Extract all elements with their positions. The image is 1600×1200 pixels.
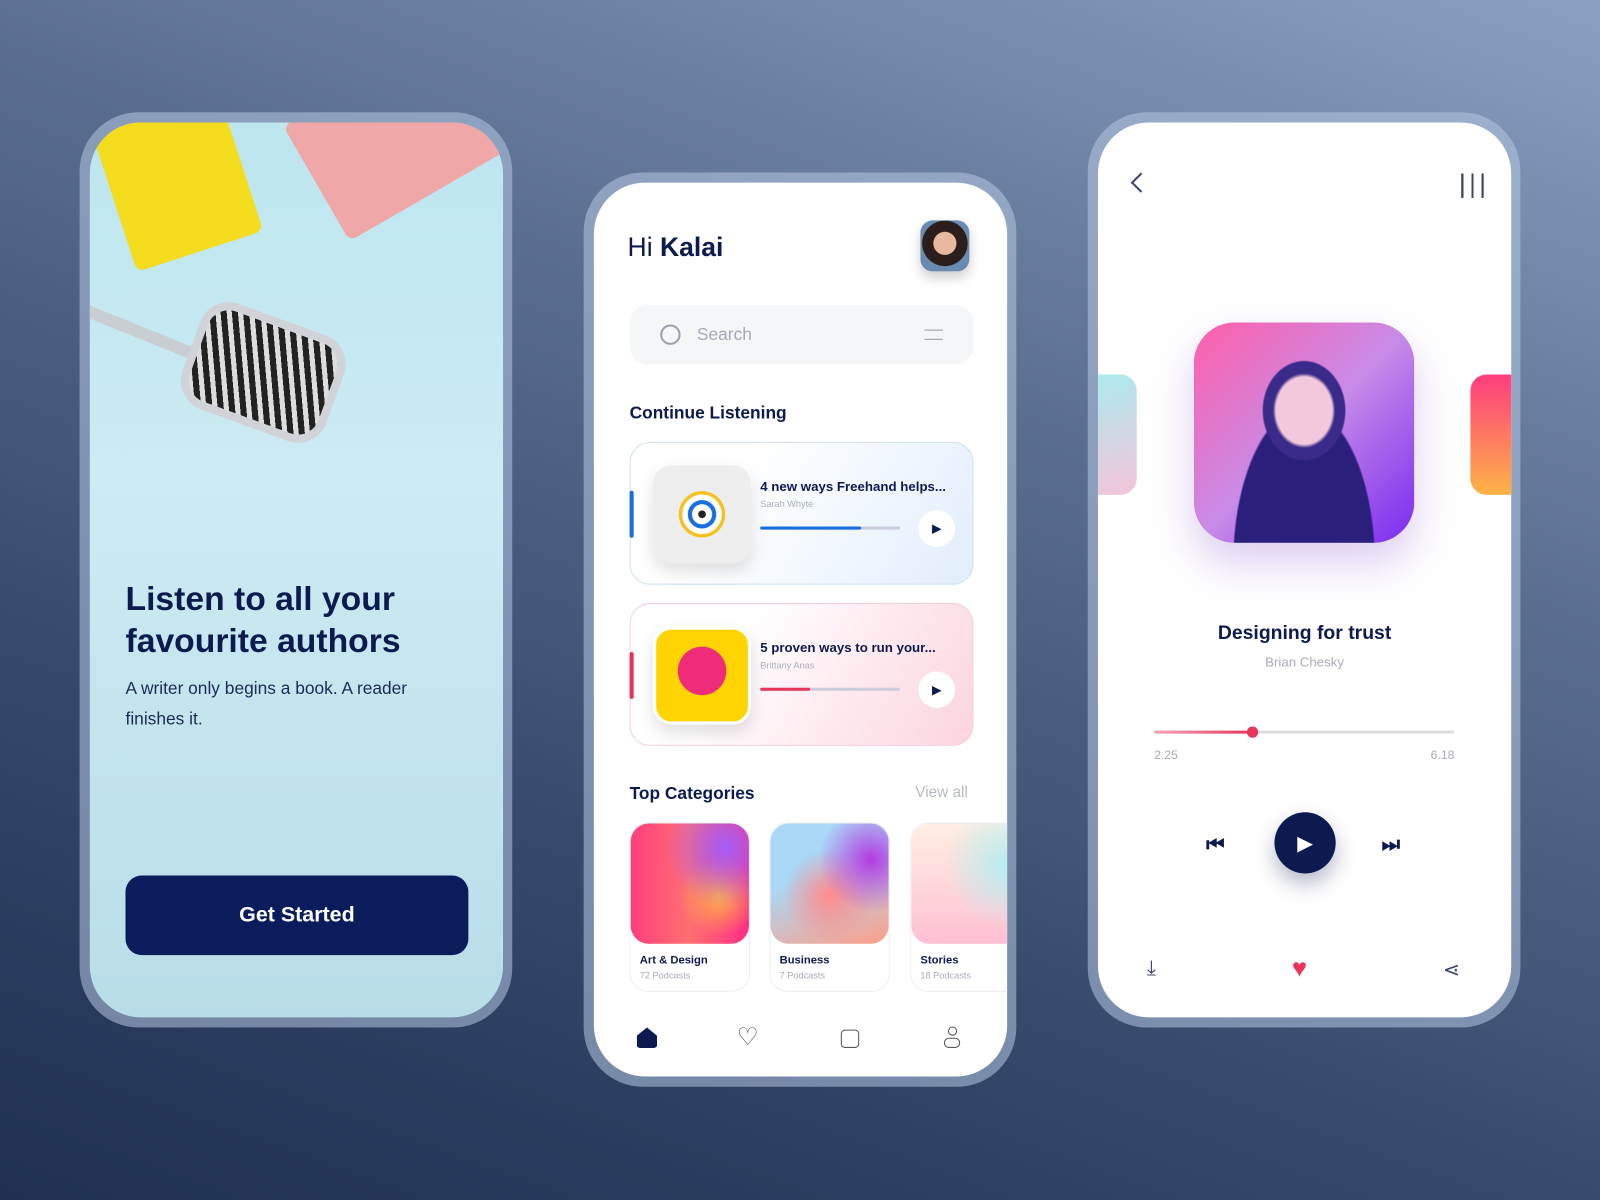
continue-card[interactable]: 5 proven ways to run your... Brittany An… [629,603,974,746]
pink-cassette-image [283,122,504,242]
progress-bar[interactable] [760,526,900,530]
card-author: Brittany Anas [760,660,815,671]
equalizer-icon[interactable] [1461,173,1484,198]
category-business-image [770,823,889,944]
total-time: 6.18 [1430,747,1455,763]
home-screen: Hi Kalai Search Continue Listening 4 new… [593,182,1008,1077]
back-icon[interactable] [1130,172,1151,193]
continue-listening-title: Continue Listening [629,403,787,423]
track-author: Brian Chesky [1265,654,1345,670]
card-title: 4 new ways Freehand helps... [760,478,946,494]
category-card[interactable]: Stories 18 Podcasts [910,822,1008,992]
progress-fill [760,526,861,530]
category-count: 72 Podcasts [639,970,691,981]
progress-bar[interactable] [760,687,900,691]
get-started-button[interactable]: Get Started [125,875,469,956]
progress-fill [760,687,811,691]
category-name: Business [779,954,830,967]
card-author: Sarah Whyte [760,498,814,510]
greeting: Hi Kalai [627,231,724,263]
onboarding-subtitle: A writer only begins a book. A reader fi… [125,678,408,729]
search-icon [660,324,681,345]
album-cover-image [1193,322,1415,543]
top-categories-title: Top Categories [629,783,755,804]
freehand-cover-image [653,465,752,564]
avatar[interactable] [920,220,970,272]
card-title: 5 proven ways to run your... [760,639,936,656]
elapsed-time: 2.25 [1154,747,1178,763]
play-button[interactable]: ▶ [1274,812,1336,874]
search-input[interactable]: Search [629,305,974,365]
category-count: 7 Podcasts [779,970,826,981]
heart-icon[interactable]: ♡ [737,1025,759,1050]
play-button[interactable]: ▶ [918,671,956,709]
card-accent [629,490,634,538]
view-all-link[interactable]: View all [915,784,967,801]
seek-fill [1154,726,1259,738]
player-screen: Designing for trust Brian Chesky 2.25 6.… [1097,122,1512,1018]
yellow-cassette-image [89,122,264,272]
card-accent [629,652,634,699]
category-stories-image [911,823,1008,944]
share-icon[interactable]: ⋖ [1443,957,1460,983]
next-button[interactable]: ⏭ [1382,834,1400,857]
seek-handle[interactable] [1246,726,1259,738]
microphone-image [172,293,355,452]
category-name: Art & Design [639,954,708,967]
category-card[interactable]: Art & Design 72 Podcasts [629,822,750,992]
download-icon[interactable]: ⤓ [1147,957,1156,980]
track-title: Designing for trust [1217,622,1392,644]
onboarding-title: Listen to all your favourite authors [125,579,401,660]
prev-cover-peek [1097,374,1137,495]
bag-icon[interactable] [840,1029,860,1048]
category-name: Stories [920,954,959,967]
business-cover-image [653,626,752,725]
category-card[interactable]: Business 7 Podcasts [769,822,890,992]
bottom-nav: ♡ [594,1025,1007,1057]
play-button[interactable]: ▶ [918,510,956,547]
filter-icon[interactable] [924,329,943,340]
seek-slider[interactable] [1154,726,1455,738]
previous-button[interactable]: ⏮ [1206,834,1224,857]
category-art-image [630,823,749,944]
search-placeholder: Search [696,324,752,344]
continue-card[interactable]: 4 new ways Freehand helps... Sarah Whyte… [629,441,974,585]
category-count: 18 Podcasts [920,970,971,981]
heart-icon[interactable]: ♥ [1292,954,1307,984]
onboarding-screen: Listen to all your favourite authors A w… [89,122,504,1018]
user-icon[interactable] [943,1026,961,1049]
next-cover-peek [1470,374,1512,495]
home-icon[interactable] [636,1027,658,1048]
